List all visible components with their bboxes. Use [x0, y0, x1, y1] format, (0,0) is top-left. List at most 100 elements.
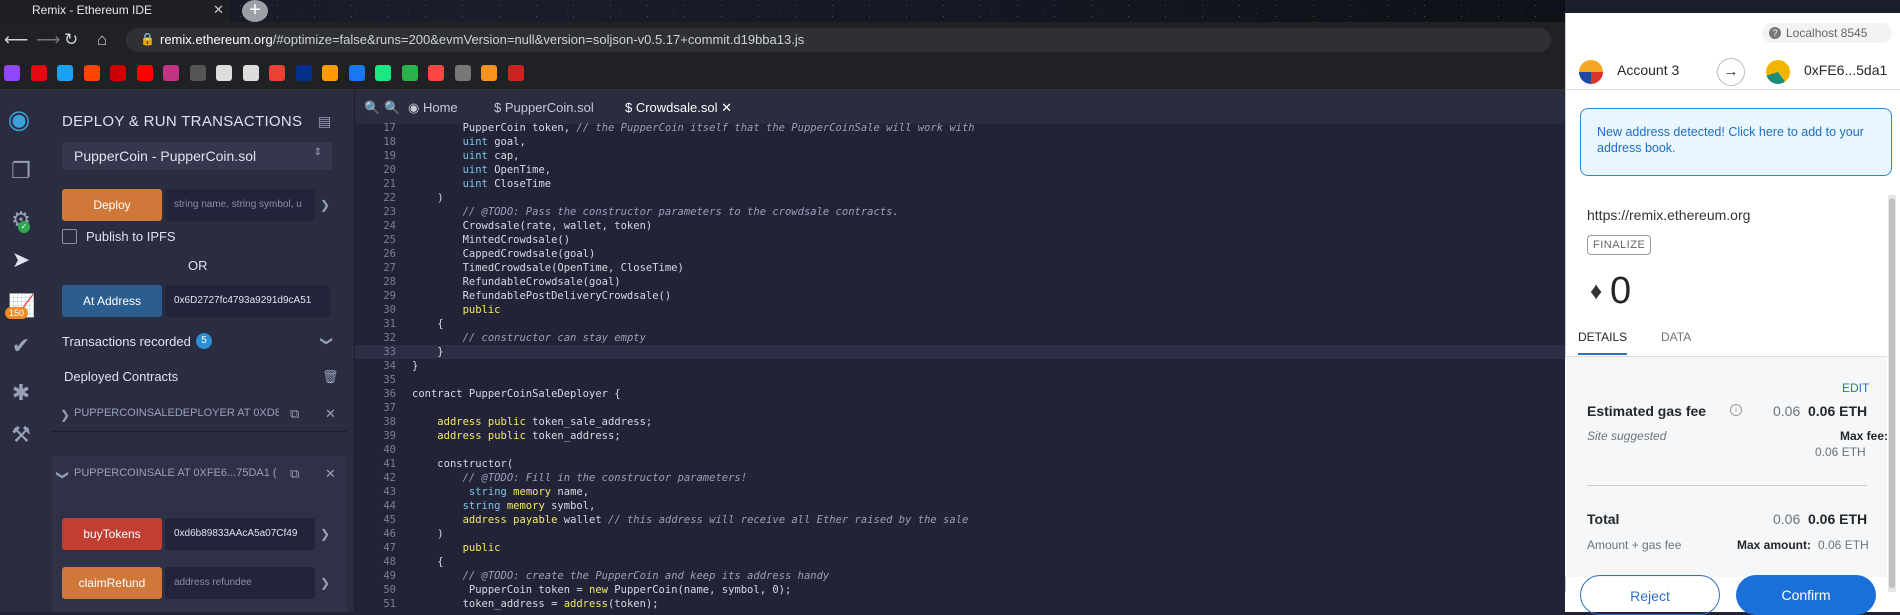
chevron-down-icon[interactable]: ❯	[320, 336, 334, 346]
code-line[interactable]: TimedCrowdsale(OpenTime, CloseTime)	[412, 262, 684, 274]
network-selector[interactable]: Localhost 8545	[1762, 23, 1892, 43]
reject-button[interactable]: Reject	[1580, 575, 1720, 615]
copy-icon[interactable]: ⧉	[290, 466, 299, 482]
code-line[interactable]: uint OpenTime,	[412, 164, 552, 176]
transactions-recorded-label[interactable]: Transactions recorded	[62, 334, 191, 349]
code-line[interactable]: string memory symbol,	[412, 500, 596, 512]
reload-icon[interactable]: ↻	[64, 30, 78, 50]
recipient-address[interactable]: 0xFE6...5da1	[1804, 62, 1887, 78]
instagram-bookmark-icon[interactable]	[163, 65, 179, 81]
youtube-bookmark-icon[interactable]	[136, 65, 153, 81]
trash-icon[interactable]: 🗑	[322, 369, 339, 385]
zoom-in-icon[interactable]: 🔍	[384, 100, 400, 116]
home-icon[interactable]: ⌂	[97, 30, 107, 50]
code-line[interactable]: // constructor can stay empty	[412, 332, 646, 344]
adblock-bookmark-icon[interactable]	[428, 65, 444, 81]
twitch-bookmark-icon[interactable]	[4, 65, 20, 81]
netflix-bookmark-icon[interactable]	[30, 65, 47, 81]
tab-home[interactable]: ◉ Home	[408, 100, 458, 116]
code-line[interactable]: // @TODO: Pass the constructor parameter…	[412, 206, 899, 218]
code-line[interactable]: constructor(	[412, 458, 513, 470]
code-line[interactable]: uint goal,	[412, 136, 526, 148]
at-address-input[interactable]: 0x6D2727fc4793a9291d9cA51	[165, 285, 330, 317]
amazon-bookmark-icon[interactable]	[322, 65, 338, 81]
remix-logo-icon[interactable]: ◉	[6, 104, 32, 134]
espn-bookmark-icon[interactable]	[110, 65, 126, 81]
claim-refund-button[interactable]: claimRefund	[62, 567, 162, 599]
deployed-instance-1[interactable]: ❯ PUPPERCOINSALEDEPLOYER AT 0XD8E ⧉ ✕	[52, 396, 347, 432]
code-line[interactable]: {	[412, 556, 443, 568]
code-line[interactable]: address public token_address;	[412, 430, 620, 442]
browser-tab[interactable]: Remix - Ethereum IDE	[0, 0, 230, 22]
code-line[interactable]: contract PupperCoinSaleDeployer {	[412, 388, 621, 400]
copy-icon[interactable]: ⧉	[290, 406, 299, 422]
chevron-down-icon[interactable]: ❯	[320, 576, 330, 590]
close-icon[interactable]: ✕	[721, 100, 732, 115]
debugger-icon[interactable]: ✱	[8, 380, 34, 406]
test-icon[interactable]: ✔	[8, 333, 34, 359]
publish-ipfs-checkbox[interactable]	[62, 229, 77, 244]
url-text[interactable]: remix.ethereum.org/#optimize=false&runs=…	[160, 32, 804, 47]
new-tab-button[interactable]: +	[242, 0, 268, 22]
fiu2-bookmark-icon[interactable]	[242, 65, 259, 81]
docs-icon[interactable]: ▤	[318, 113, 331, 130]
account-name[interactable]: Account 3	[1617, 62, 1679, 78]
code-line[interactable]: CappedCrowdsale(goal)	[412, 248, 596, 260]
code-line[interactable]: Crowdsale(rate, wallet, token)	[412, 220, 653, 232]
code-line[interactable]: PupperCoin token, // the PupperCoin itse…	[412, 122, 975, 134]
deploy-args-input[interactable]: string name, string symbol, u	[165, 189, 315, 221]
chevron-down-icon[interactable]: ❯	[320, 527, 330, 541]
code-line[interactable]: )	[412, 528, 443, 540]
close-icon[interactable]: ✕	[325, 406, 336, 422]
code-line[interactable]: RefundableCrowdsale(goal)	[412, 276, 621, 288]
close-icon[interactable]: ✕	[325, 466, 336, 482]
code-line[interactable]: }	[412, 346, 443, 358]
plugin-icon[interactable]: ⚒	[8, 422, 34, 448]
code-line[interactable]: )	[412, 192, 443, 204]
back-icon[interactable]: ⟵	[4, 30, 28, 50]
facebook-bookmark-icon[interactable]	[348, 65, 365, 81]
deploy-run-icon[interactable]: ➤	[8, 247, 34, 273]
code-line[interactable]: // @TODO: create the PupperCoin and keep…	[412, 570, 830, 582]
tab-puppercoin[interactable]: $ PupperCoin.sol	[494, 100, 594, 115]
chevron-down-icon[interactable]: ❯	[56, 470, 70, 480]
close-icon[interactable]: ✕	[213, 2, 224, 18]
code-line[interactable]: RefundablePostDeliveryCrowdsale()	[412, 290, 672, 302]
code-line[interactable]: uint CloseTime	[412, 178, 552, 190]
confirm-button[interactable]: Confirm	[1736, 575, 1876, 615]
gmail-bookmark-icon[interactable]	[269, 65, 285, 81]
code-line[interactable]: PupperCoin token = new PupperCoin(name, …	[412, 584, 791, 596]
stopwatch-bookmark-icon[interactable]	[507, 65, 524, 81]
code-line[interactable]: address payable wallet // this address w…	[412, 514, 969, 526]
contract-select[interactable]: PupperCoin - PupperCoin.sol ⇕	[62, 142, 332, 170]
chevron-right-icon[interactable]: ❯	[60, 408, 70, 422]
shopify-bookmark-icon[interactable]	[481, 65, 497, 81]
fiu-bookmark-icon[interactable]	[216, 65, 232, 81]
new-address-notice[interactable]: New address detected! Click here to add …	[1580, 108, 1892, 176]
paypal-bookmark-icon[interactable]	[295, 65, 312, 81]
tab-details[interactable]: DETAILS	[1578, 330, 1628, 355]
chevron-down-icon[interactable]: ❯	[320, 198, 330, 212]
code-line[interactable]: {	[412, 318, 443, 330]
feedly-bookmark-icon[interactable]	[401, 65, 418, 81]
code-line[interactable]: uint cap,	[412, 150, 520, 162]
code-line[interactable]: }	[412, 360, 418, 372]
code-line[interactable]: string memory name,	[412, 486, 589, 498]
code-line[interactable]: // @TODO: Fill in the constructor parame…	[412, 472, 747, 484]
scrollbar-thumb[interactable]	[1889, 198, 1895, 588]
tab-crowdsale[interactable]: $ Crowdsale.sol ✕	[625, 100, 732, 116]
forward-icon[interactable]: ⟶	[36, 30, 60, 50]
code-line[interactable]: MintedCrowdsale()	[412, 234, 570, 246]
code-line[interactable]: public	[412, 542, 501, 554]
tab-data[interactable]: DATA	[1661, 330, 1691, 344]
file-explorer-icon[interactable]: ❐	[8, 158, 34, 184]
code-line[interactable]: token_address = address(token);	[412, 598, 659, 610]
edit-gas-link[interactable]: EDIT	[1842, 381, 1869, 395]
reddit-bookmark-icon[interactable]	[83, 65, 100, 81]
hulu-bookmark-icon[interactable]	[375, 65, 391, 81]
twitter-bookmark-icon[interactable]	[57, 65, 73, 81]
code-line[interactable]: public	[412, 304, 501, 316]
code-editor[interactable]	[355, 124, 1565, 612]
zoom-out-icon[interactable]: 🔍	[364, 100, 380, 116]
info-icon[interactable]: i	[1730, 404, 1742, 416]
